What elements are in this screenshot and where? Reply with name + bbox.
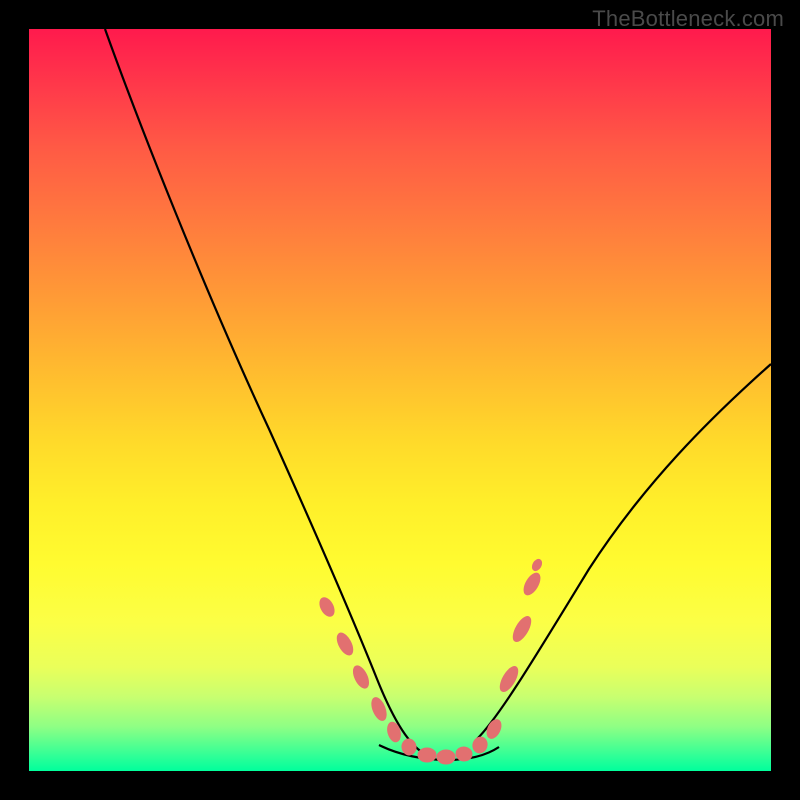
marker [350, 664, 371, 691]
marker [437, 750, 455, 764]
bottleneck-curve-left [105, 29, 431, 757]
watermark-text: TheBottleneck.com [592, 6, 784, 32]
marker [471, 735, 489, 755]
marker [510, 614, 534, 644]
marker [385, 721, 402, 744]
marker [334, 631, 356, 658]
marker [531, 558, 544, 572]
chart-frame: TheBottleneck.com [0, 0, 800, 800]
marker [418, 748, 436, 762]
bottleneck-curve-right [477, 364, 771, 739]
plot-area [29, 29, 771, 771]
marker [484, 717, 504, 740]
chart-svg [29, 29, 771, 771]
marker [521, 571, 543, 598]
marker-group [317, 558, 543, 764]
marker [317, 595, 337, 618]
marker [497, 664, 521, 694]
